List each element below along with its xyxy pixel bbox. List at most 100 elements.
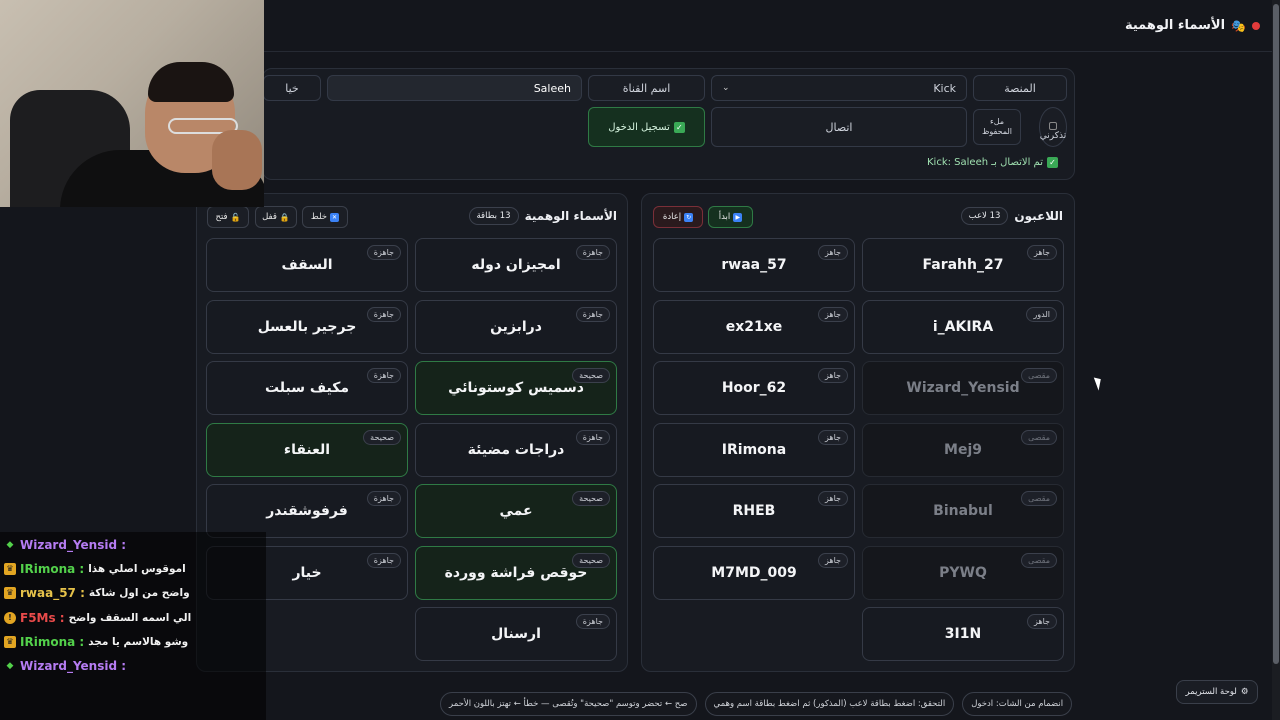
chevron-down-icon: ⌄ [722,83,730,93]
player-name: rwaa_57 [721,257,787,273]
player-card[interactable]: جاهز 3I1N [862,607,1064,661]
fake-name-card[interactable]: صحيحة دسميس كوستونائي [415,361,617,415]
player-status-badge: جاهز [817,552,848,568]
player-status-badge: مقصى [1021,429,1057,445]
player-card[interactable]: جاهز RHEB [653,484,855,538]
crown-badge-icon: ♛ [4,635,16,648]
fake-name-status-badge: جاهزة [366,368,401,383]
start-button[interactable]: ابدأ ▶ [708,206,753,228]
player-card[interactable]: مقصى Mej9 [862,422,1064,477]
platform-label: المنصة [973,75,1067,101]
fake-name-card[interactable]: جاهزة جرجير بالعسل [206,299,408,354]
chat-overlay: ◆ Wizard_Yensid : ♛ IRimona : اموقوس اصلي هذ… [0,532,266,720]
crown-badge-icon: ♛ [4,563,16,576]
fake-name-status-badge: جاهزة [366,491,401,506]
diamond-badge-icon: ◆ [6,540,14,550]
chat-text: وشو هالاسم يا مجد [88,635,189,648]
player-card[interactable]: جاهز M7MD_009 [653,545,855,600]
player-card[interactable]: جاهز rwaa_57 [653,238,855,292]
login-button[interactable]: تسجيل الدخول ✓ [588,107,705,147]
player-name: M7MD_009 [711,564,797,581]
player-card[interactable]: جاهز Hoor_62 [653,361,855,415]
webcam-hand [212,130,262,190]
remember-checkbox[interactable] [1039,107,1067,147]
check-icon: ✓ [1047,157,1058,168]
channel-input[interactable]: Saleeh [327,75,582,101]
player-name: Mej9 [944,441,982,458]
fake-name-status-badge: صحيحة [572,368,610,383]
player-name: ex21xe [725,318,783,335]
hint-bar: انضمام من الشات: ادخول التحقق: اضغط بطاق… [440,692,1073,718]
fake-name-card[interactable]: جاهزة امجيزان دوله [415,238,617,292]
channel-label: اسم القناة [588,75,705,101]
fake-name-card[interactable]: صحيحة عمي [415,484,617,538]
platform-select[interactable]: Kick ⌄ [711,75,967,101]
options-field[interactable]: خيا [263,75,321,101]
connect-button[interactable]: اتصال [711,107,967,147]
webcam-overlay [0,0,264,207]
player-card[interactable]: مقصى Binabul [862,484,1064,538]
player-card[interactable]: مقصى Wizard_Yensid [862,361,1064,415]
player-card[interactable]: جاهز IRimona [653,422,855,477]
player-name: Wizard_Yensid [906,380,1020,396]
fake-name-card[interactable]: جاهزة مكيف سبلت [206,361,408,415]
player-card[interactable]: مقصى PYWQ [862,545,1064,600]
player-name: Hoor_62 [721,380,787,396]
chat-message: ♛ IRimona : اموقوس اصلي هذا [4,558,264,580]
player-status-badge: جاهز [1026,614,1057,629]
shuffle-icon: ✕ [330,212,340,222]
player-status-badge: جاهز [817,368,848,383]
fake-name-name: عمي [499,503,533,519]
status-text: تم الاتصال بـ Kick: Saleeh [926,157,1043,168]
fake-name-card[interactable]: جاهزة ارسنال [415,607,617,661]
fake-name-card[interactable]: جاهزة فرفوشقندر [206,484,408,538]
fake-name-card[interactable]: جاهزة دراجات مضيئة [415,422,617,477]
player-status-badge: مقصى [1021,491,1057,506]
mouse-cursor-icon [1093,375,1105,391]
players-title: اللاعبون [1014,209,1063,223]
reset-icon: ↻ [684,212,694,222]
fake-name-card[interactable]: صحيحة حوقص فراشة ووردة [415,545,617,600]
rules-hint: صح ← تحضر وتوسم "صحيحة" وتُقصى — خطأ ← ت… [440,692,697,716]
fake-name-name: دسميس كوستونائي [448,380,584,396]
diamond-badge-icon: ◆ [6,661,14,671]
fake-name-name: امجيزان دوله [471,257,561,273]
fake-name-card[interactable]: صحيحة العنقاء [206,422,408,477]
unlock-button[interactable]: فتح 🔓 [207,206,249,228]
names-title: الأسماء الوهمية [524,209,617,223]
players-header: اللاعبون 13 لاعب [960,207,1063,225]
app-title: الأسماء الوهمية [1124,18,1226,33]
scrollbar-thumb[interactable] [1273,4,1279,664]
names-count-badge: 13 بطاقة [468,207,519,225]
player-card[interactable]: الدور i_AKIRA [862,299,1064,354]
fake-name-status-badge: جاهزة [575,614,610,629]
fill-saved-button[interactable]: ملء المحفوظ [973,109,1021,145]
lock-button[interactable]: قفل 🔒 [255,206,297,228]
page-scrollbar[interactable] [1272,0,1280,720]
fake-name-name: فرفوشقندر [266,503,348,519]
shuffle-button[interactable]: خلط ✕ [302,206,348,228]
chat-message: ♛ rwaa_57 : واضح من اول شاكة [4,582,264,604]
chat-message: ! F5Ms : الي اسمه السقف واضح [4,607,264,629]
player-name: 3I1N [944,626,982,642]
fake-name-status-badge: جاهزة [575,306,610,322]
player-name: Binabul [933,503,993,519]
fake-name-status-badge: جاهزة [575,245,610,260]
fake-name-card[interactable]: جاهزة درابزين [415,299,617,354]
player-status-badge: جاهز [817,429,848,445]
fake-name-name: درابزين [490,318,542,335]
verify-hint: التحقق: اضغط بطاقة لاعب (المذكور) ثم اضغ… [704,692,955,716]
reset-button[interactable]: إعادة ↻ [653,206,703,228]
crown-badge-icon: ♛ [4,587,16,600]
streamer-panel-button[interactable]: لوحة الستريمر ⚙ [1176,680,1258,704]
login-label: تسجيل الدخول [608,121,670,133]
player-card[interactable]: جاهز Farahh_27 [862,238,1064,292]
chat-text: الي اسمه السقف واضح [68,611,192,624]
player-status-badge: جاهز [817,245,848,260]
player-name: Farahh_27 [922,257,1004,273]
player-card[interactable]: جاهز ex21xe [653,299,855,354]
fake-name-card[interactable]: جاهزة السقف [206,238,408,292]
gear-icon: ⚙ [1240,687,1249,697]
chat-username: Wizard_Yensid : [20,538,127,552]
fake-name-status-badge: جاهزة [366,245,401,260]
